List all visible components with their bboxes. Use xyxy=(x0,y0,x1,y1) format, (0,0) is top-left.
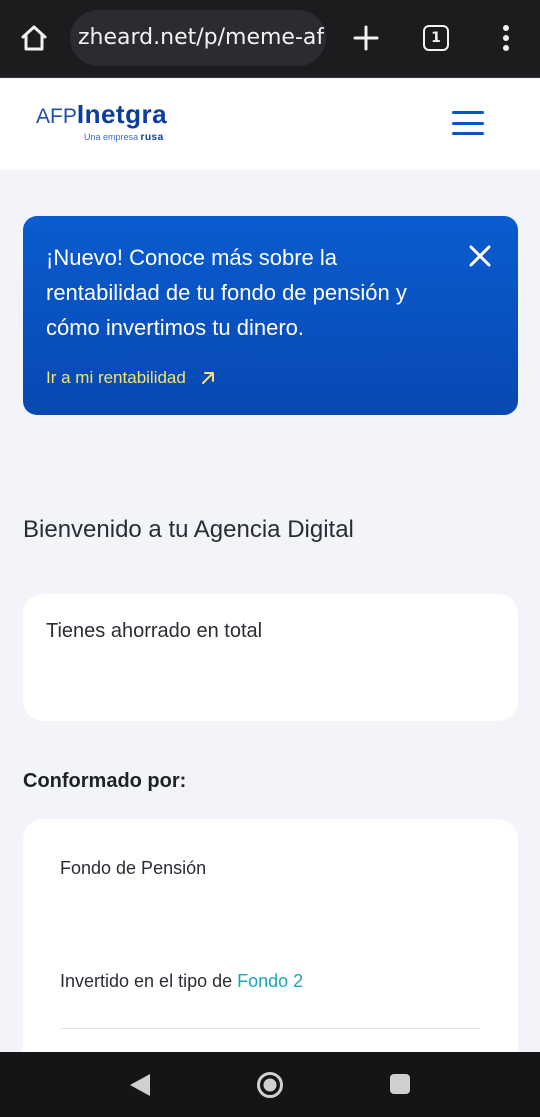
close-icon[interactable] xyxy=(468,244,492,268)
back-icon[interactable] xyxy=(128,1072,152,1098)
arrow-up-right-icon xyxy=(201,372,214,384)
section-title: Conformado por: xyxy=(23,770,187,792)
fund-type-prefix: Invertido en el tipo de xyxy=(60,971,233,991)
logo-wordmark: AFP Inetgra xyxy=(36,99,167,130)
logo-brand: Inetgra xyxy=(76,99,168,129)
logo-tagline-text: Una empresa xyxy=(84,132,139,142)
announcement-banner: ¡Nuevo! Conoce más sobre la rentabilidad… xyxy=(23,216,518,415)
total-savings-card: Tienes ahorrado en total xyxy=(23,594,518,721)
tab-count: 1 xyxy=(431,30,441,46)
url-bar[interactable]: zheard.net/p/meme-afp xyxy=(70,10,326,66)
logo-prefix: AFP xyxy=(36,105,77,128)
rentabilidad-link-label: Ir a mi rentabilidad xyxy=(46,368,186,387)
rentabilidad-link[interactable]: Ir a mi rentabilidad xyxy=(46,368,216,388)
fund-type-value: Fondo 2 xyxy=(237,971,304,991)
logo-tagline-brand: rusa xyxy=(140,132,164,143)
welcome-heading: Bienvenido a tu Agencia Digital xyxy=(23,516,354,543)
logo[interactable]: AFP Inetgra Una empresa rusa xyxy=(36,99,167,143)
home-circle-icon[interactable] xyxy=(256,1071,284,1099)
tabs-icon: 1 xyxy=(423,25,449,51)
plus-icon[interactable] xyxy=(348,20,384,56)
banner-text: ¡Nuevo! Conoce más sobre la rentabilidad… xyxy=(46,245,407,340)
total-savings-label: Tienes ahorrado en total xyxy=(46,620,263,642)
tabs-button[interactable]: 1 xyxy=(420,22,452,54)
fund-type: Invertido en el tipo de Fondo 2 xyxy=(60,971,303,992)
home-icon[interactable] xyxy=(16,20,52,56)
url-text: zheard.net/p/meme-afp xyxy=(78,25,326,50)
divider xyxy=(60,1028,480,1029)
fund-card[interactable]: Fondo de Pensión Invertido en el tipo de… xyxy=(23,819,518,1079)
browser-toolbar: zheard.net/p/meme-afp 1 xyxy=(0,0,540,78)
logo-tagline: Una empresa rusa xyxy=(84,132,167,143)
recents-icon[interactable] xyxy=(389,1073,411,1095)
site-header: AFP Inetgra Una empresa rusa xyxy=(0,79,540,170)
hamburger-icon[interactable] xyxy=(452,111,484,135)
more-vert-icon[interactable] xyxy=(492,22,520,54)
fund-name: Fondo de Pensión xyxy=(60,858,207,878)
system-nav-bar xyxy=(0,1052,540,1117)
